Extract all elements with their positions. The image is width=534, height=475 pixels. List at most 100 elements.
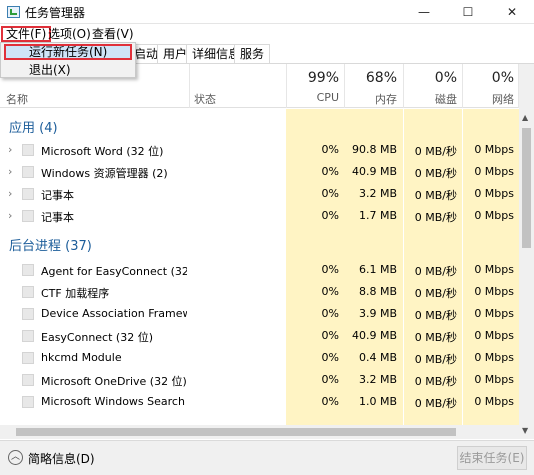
disk-value: 0 MB/秒: [414, 309, 457, 322]
disk-value: 0 MB/秒: [414, 145, 457, 158]
disk-value: 0 MB/秒: [414, 189, 457, 202]
table-row[interactable]: › 记事本 0% 1.7 MB 0 MB/秒 0 Mbps: [0, 205, 519, 227]
minimize-button[interactable]: —: [402, 0, 446, 24]
network-value: 0 Mbps: [474, 285, 514, 298]
cpu-value: 0%: [321, 263, 339, 276]
col-divider: [189, 64, 190, 108]
word-app-icon: [22, 144, 34, 156]
process-icon: [22, 308, 34, 320]
memory-value: 6.1 MB: [358, 263, 397, 276]
process-name: Windows 资源管理器 (2): [41, 167, 168, 180]
close-button[interactable]: ✕: [490, 0, 534, 24]
cpu-value: 0%: [321, 351, 339, 364]
network-value: 0 Mbps: [474, 351, 514, 364]
disk-value: 0 MB/秒: [414, 353, 457, 366]
menu-view[interactable]: 查看(V): [89, 26, 137, 42]
scroll-up-icon[interactable]: ▲: [522, 113, 528, 122]
memory-value: 3.9 MB: [358, 307, 397, 320]
network-value: 0 Mbps: [474, 209, 514, 222]
process-name: hkcmd Module: [41, 351, 122, 364]
cpu-value: 0%: [321, 209, 339, 222]
process-name: Agent for EasyConnect (32 位): [41, 265, 187, 278]
network-value: 0 Mbps: [474, 143, 514, 156]
network-value: 0 Mbps: [474, 329, 514, 342]
memory-percent: 68%: [365, 70, 397, 86]
process-icon: [22, 374, 34, 386]
disk-value: 0 MB/秒: [414, 167, 457, 180]
menu-options[interactable]: 选项(O): [45, 26, 94, 42]
table-row[interactable]: › 记事本 0% 3.2 MB 0 MB/秒 0 Mbps: [0, 183, 519, 205]
horizontal-scroll-thumb[interactable]: [16, 428, 456, 436]
table-row[interactable]: Agent for EasyConnect (32 位) 0% 6.1 MB 0…: [0, 259, 519, 281]
network-value: 0 Mbps: [474, 395, 514, 408]
maximize-button[interactable]: ☐: [446, 0, 490, 24]
chevron-up-icon[interactable]: ︿: [8, 450, 23, 465]
process-icon: [22, 286, 34, 298]
chevron-right-icon[interactable]: ›: [8, 187, 12, 200]
disk-value: 0 MB/秒: [414, 397, 457, 410]
vertical-scrollbar[interactable]: ▲ ▼: [519, 64, 534, 439]
explorer-app-icon: [22, 166, 34, 178]
notepad-app-icon: [22, 210, 34, 222]
table-row[interactable]: › Microsoft Word (32 位) 0% 90.8 MB 0 MB/…: [0, 139, 519, 161]
run-new-task-item[interactable]: 运行新任务(N): [4, 44, 132, 60]
network-value: 0 Mbps: [474, 187, 514, 200]
apps-group-header[interactable]: 应用 (4): [0, 113, 519, 139]
table-row[interactable]: hkcmd Module 0% 0.4 MB 0 MB/秒 0 Mbps: [0, 347, 519, 369]
process-name: EasyConnect (32 位): [41, 331, 153, 344]
col-name-header[interactable]: 名称: [6, 91, 28, 107]
chevron-right-icon[interactable]: ›: [8, 209, 12, 222]
col-cpu-header[interactable]: CPU: [286, 91, 339, 104]
tab-services[interactable]: 服务: [234, 44, 271, 63]
table-row[interactable]: › Windows 资源管理器 (2) 0% 40.9 MB 0 MB/秒 0 …: [0, 161, 519, 183]
cpu-value: 0%: [321, 307, 339, 320]
disk-value: 0 MB/秒: [414, 331, 457, 344]
title-bar: 任务管理器 — ☐ ✕: [0, 0, 534, 24]
network-value: 0 Mbps: [474, 373, 514, 386]
vertical-scroll-thumb[interactable]: [522, 128, 531, 248]
memory-value: 40.9 MB: [351, 329, 397, 342]
file-dropdown-menu: 运行新任务(N) 退出(X): [0, 42, 136, 78]
process-icon: [22, 264, 34, 276]
task-manager-icon: [7, 6, 20, 18]
memory-value: 90.8 MB: [351, 143, 397, 156]
table-row[interactable]: EasyConnect (32 位) 0% 40.9 MB 0 MB/秒 0 M…: [0, 325, 519, 347]
cpu-value: 0%: [321, 143, 339, 156]
col-disk-header[interactable]: 磁盘: [403, 91, 457, 107]
chevron-right-icon[interactable]: ›: [8, 165, 12, 178]
fewer-details-link[interactable]: 简略信息(D): [28, 450, 95, 467]
end-task-button[interactable]: 结束任务(E): [457, 446, 527, 470]
network-value: 0 Mbps: [474, 165, 514, 178]
cpu-value: 0%: [321, 329, 339, 342]
scroll-down-icon[interactable]: ▼: [522, 426, 528, 435]
process-icon: [22, 352, 34, 364]
disk-value: 0 MB/秒: [414, 211, 457, 224]
memory-value: 1.0 MB: [358, 395, 397, 408]
process-name: Microsoft Word (32 位): [41, 145, 164, 158]
process-icon: [22, 396, 34, 408]
chevron-right-icon[interactable]: ›: [8, 143, 12, 156]
memory-value: 1.7 MB: [358, 209, 397, 222]
process-name: Device Association Framewo...: [41, 307, 187, 320]
notepad-app-icon: [22, 188, 34, 200]
process-name: CTF 加载程序: [41, 287, 110, 300]
disk-value: 0 MB/秒: [414, 375, 457, 388]
exit-item[interactable]: 退出(X): [4, 62, 132, 78]
table-row[interactable]: Device Association Framewo... 0% 3.9 MB …: [0, 303, 519, 325]
col-network-header[interactable]: 网络: [462, 91, 514, 107]
table-row[interactable]: CTF 加载程序 0% 8.8 MB 0 MB/秒 0 Mbps: [0, 281, 519, 303]
footer-bar: ︿ 简略信息(D) 结束任务(E): [0, 440, 534, 475]
menu-file[interactable]: 文件(F): [1, 26, 52, 42]
table-row[interactable]: Microsoft Windows Search Fi... 0% 1.0 MB…: [0, 391, 519, 413]
memory-value: 3.2 MB: [358, 187, 397, 200]
table-row[interactable]: Microsoft OneDrive (32 位) 0% 3.2 MB 0 MB…: [0, 369, 519, 391]
col-memory-header[interactable]: 内存: [344, 91, 397, 107]
network-value: 0 Mbps: [474, 263, 514, 276]
process-name: 记事本: [41, 189, 74, 202]
background-group-header[interactable]: 后台进程 (37): [0, 231, 519, 257]
cpu-value: 0%: [321, 285, 339, 298]
col-status-header[interactable]: 状态: [194, 91, 216, 107]
cpu-value: 0%: [321, 187, 339, 200]
horizontal-scrollbar[interactable]: [0, 425, 519, 439]
network-value: 0 Mbps: [474, 307, 514, 320]
